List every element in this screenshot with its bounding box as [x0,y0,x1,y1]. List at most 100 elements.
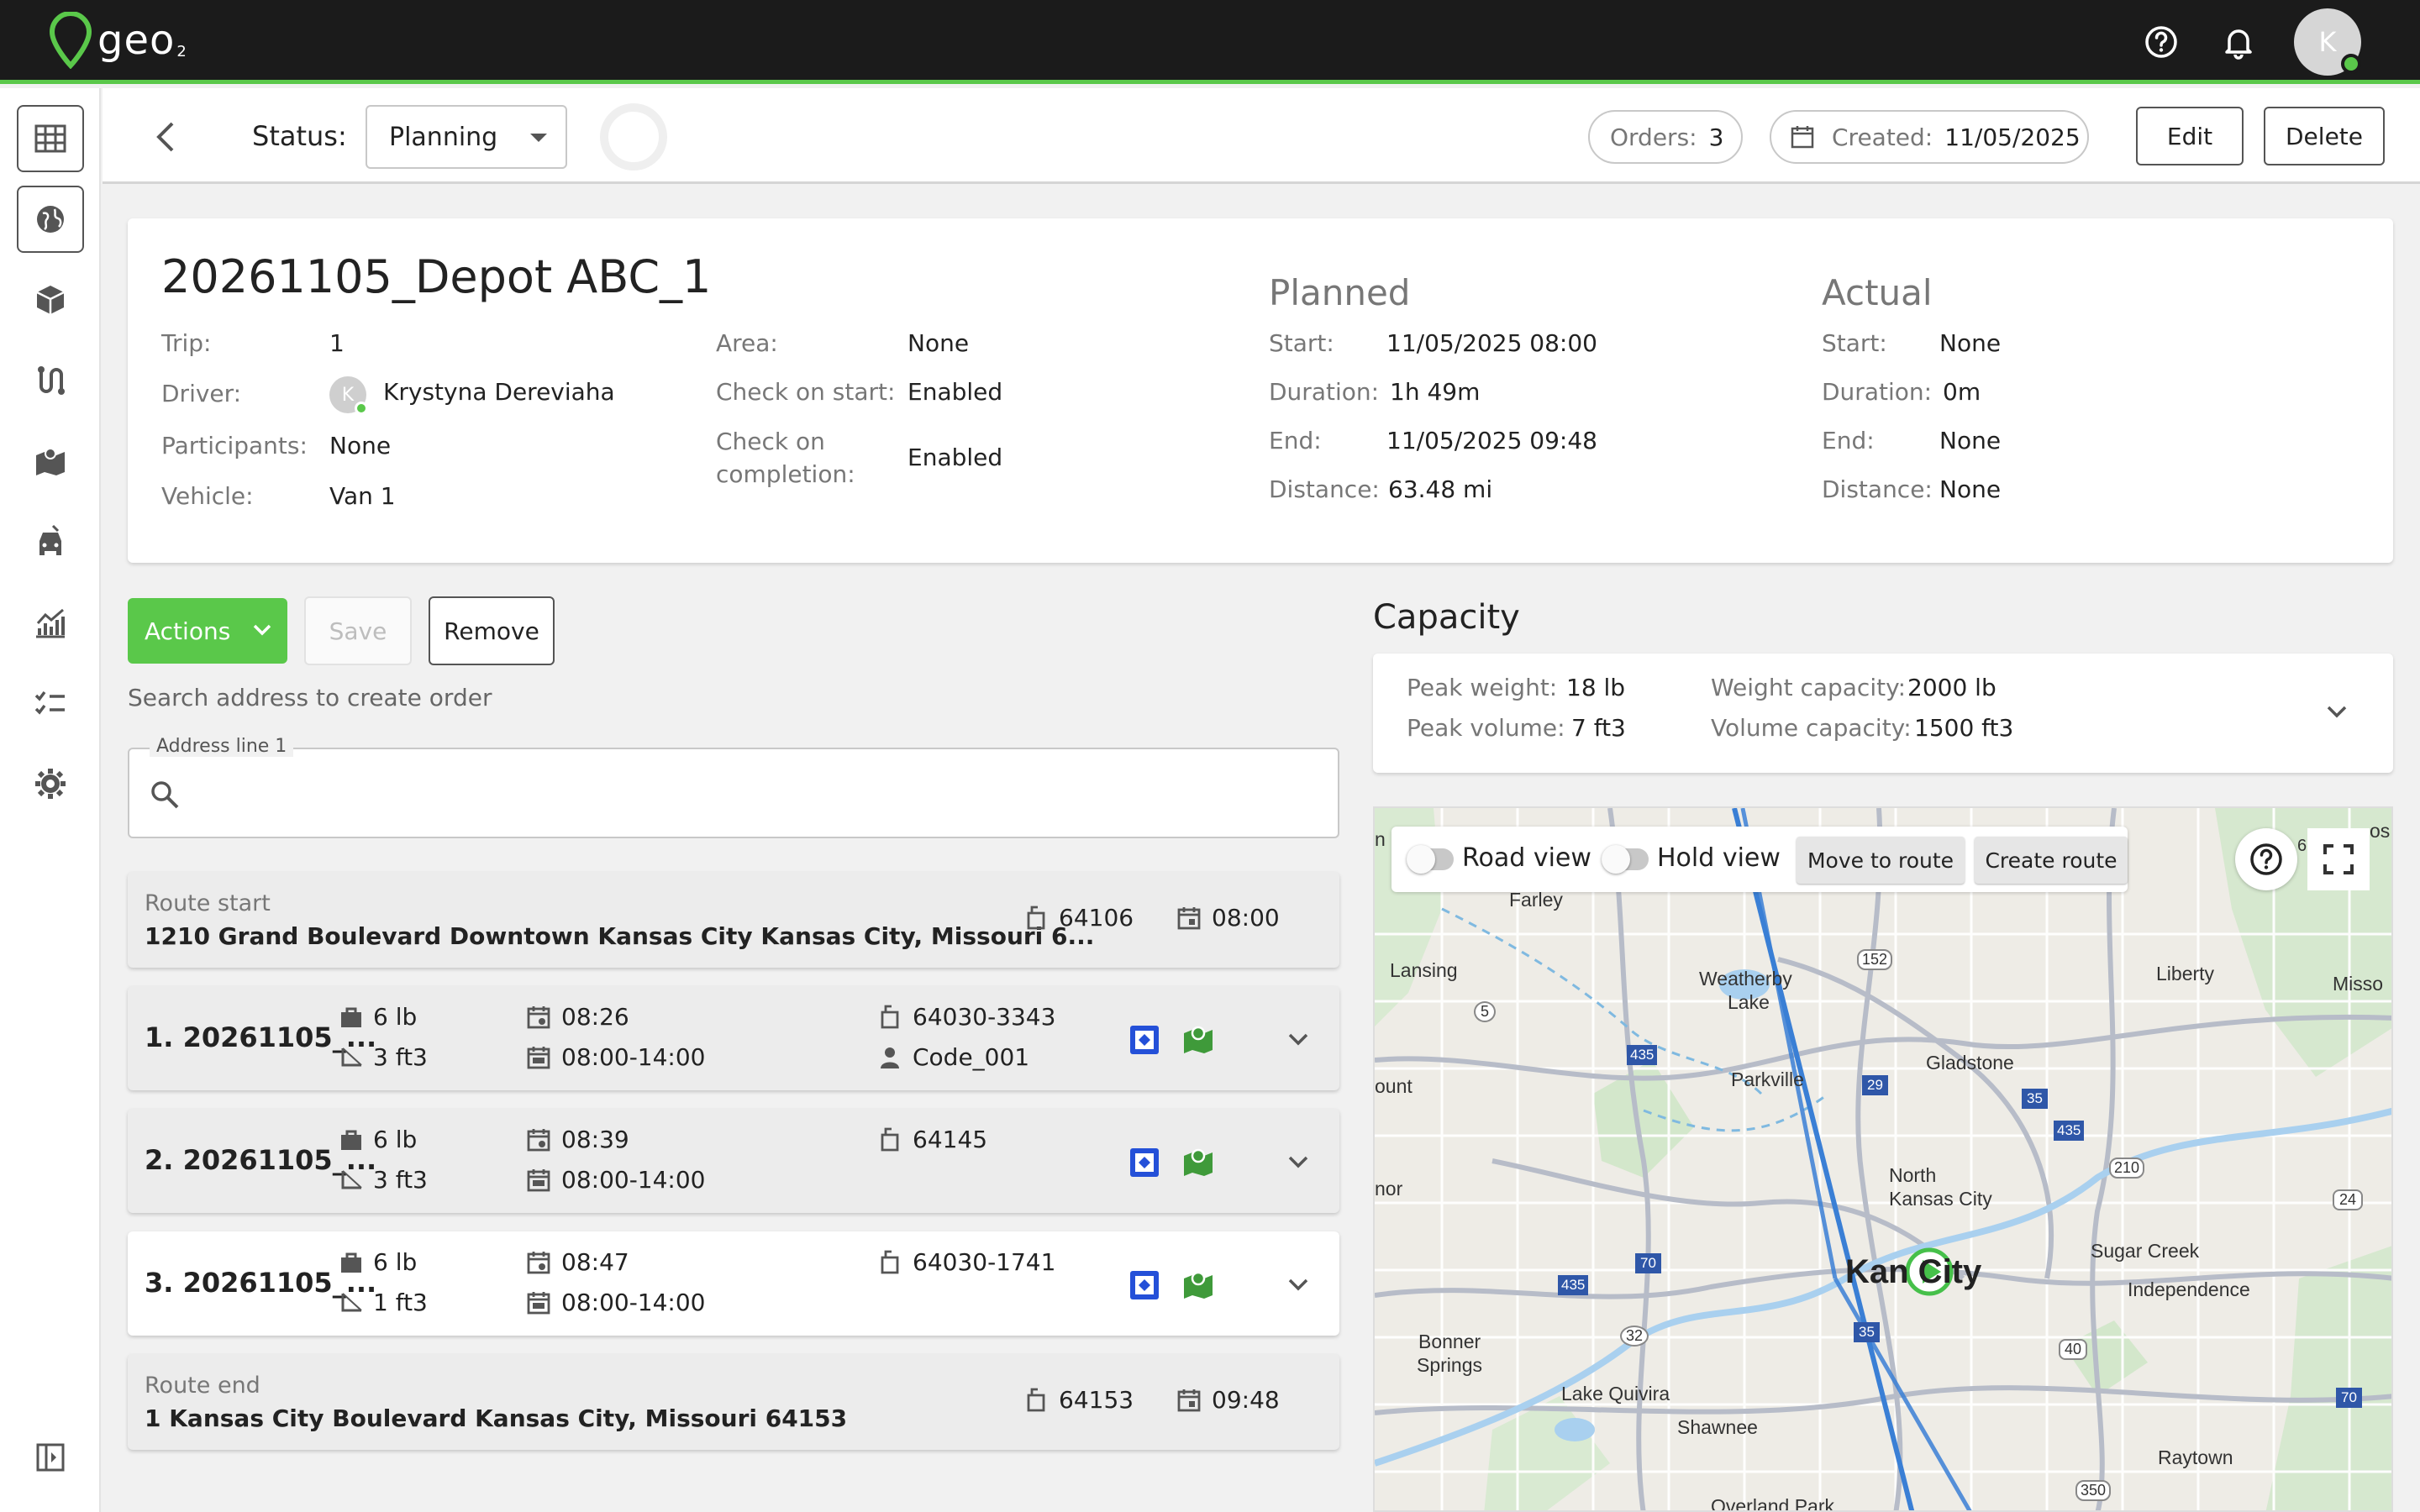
app-logo[interactable]: geo 2 [47,12,187,69]
globe-icon [37,206,64,233]
notification-bell-icon[interactable] [2220,24,2257,60]
order-details-icon[interactable] [1128,1268,1161,1302]
sidebar-item-routes[interactable] [17,347,84,414]
vehicle-label: Vehicle: [161,482,254,510]
status-dropdown[interactable]: Planning [366,105,567,169]
sidebar-item-vehicles[interactable] [17,508,84,575]
route-end-time: 09:48 [1176,1386,1280,1414]
capacity-card[interactable]: Peak weight: 18 lb Peak volume: 7 ft3 We… [1373,654,2393,773]
remove-button[interactable]: Remove [429,596,555,665]
expand-chevron-icon[interactable] [1284,1025,1313,1053]
stop-2-volume-value: 3 ft3 [373,1166,428,1194]
order-details-icon[interactable] [1128,1146,1161,1179]
interstate-shield: 35 [2022,1089,2048,1109]
help-icon [2250,843,2282,875]
road-view-toggle[interactable] [1407,845,1454,874]
volume-icon [341,1292,362,1311]
calendar-clock-icon [527,1251,550,1273]
hold-view-toggle[interactable] [1602,845,1649,874]
stop-3-window: 08:00-14:00 [526,1289,706,1316]
mailbox-icon [881,1250,899,1273]
road-view-label: Road view [1462,843,1591,873]
person-icon [881,1047,899,1068]
stop-1-volume: 3 ft3 [339,1043,428,1071]
map-label-farley: Farley [1509,889,1563,911]
route-start-label: Route start [145,890,271,916]
planned-duration-label: Duration: [1269,378,1380,406]
route-start-row[interactable]: Route start 1210 Grand Boulevard Downtow… [128,872,1339,968]
delete-button[interactable]: Delete [2264,107,2385,165]
map-label-springs: Springs [1417,1354,1482,1376]
weight-capacity-value: 2000 lb [1907,674,1996,701]
search-hint-text: Search address to create order [128,684,492,711]
sidebar-item-tasks[interactable] [17,669,84,737]
created-value: 11/05/2025 [1944,123,2081,151]
map-label-liberty: Liberty [2156,963,2215,984]
stop-2-volume: 3 ft3 [339,1166,428,1194]
trip-info-card: 20261105_Depot ABC_1 Trip: 1 Driver: K K… [128,218,2393,563]
stop-1-code-value: Code_001 [913,1043,1030,1071]
check-start-label: Check on start: [716,378,896,406]
show-on-map-icon[interactable] [1181,1021,1215,1055]
checklist-icon [34,690,65,715]
user-avatar[interactable]: K [2294,8,2361,76]
actual-end-label: End: [1822,427,1875,454]
calendar-clock-icon [527,1005,550,1028]
route-end-zip-value: 64153 [1059,1386,1134,1414]
move-to-route-button[interactable]: Move to route [1797,837,1965,884]
created-date-badge: Created: 11/05/2025 [1770,110,2089,164]
planned-distance-label: Distance: [1269,475,1380,503]
weight-capacity-label: Weight capacity: [1711,674,1907,701]
expand-chevron-icon[interactable] [2323,697,2351,726]
route-end-row[interactable]: Route end 1 Kansas City Boulevard Kansas… [128,1354,1339,1450]
stop-row-1[interactable]: 1. 20261105_... 6 lb 3 ft3 08:26 08:00-1… [128,986,1339,1090]
planned-title: Planned [1269,272,1411,313]
fullscreen-button[interactable] [2307,828,2370,890]
map-label-lansing: Lansing [1390,959,1458,981]
logo-text: geo [97,17,176,64]
gear-icon [35,769,66,799]
actions-dropdown-button[interactable]: Actions [128,598,287,664]
map-label-nor: nor [1375,1178,1403,1200]
sidebar-item-analytics[interactable] [17,589,84,656]
map-label-gladstone: Gladstone [1926,1052,2014,1074]
create-route-button[interactable]: Create route [1975,837,2128,884]
stop-row-3[interactable]: 3. 20261105_... 6 lb 1 ft3 08:47 08:00-1… [128,1231,1339,1336]
sidebar-item-settings[interactable] [17,750,84,817]
sidebar-item-orders[interactable] [17,266,84,333]
back-button[interactable] [143,113,190,160]
map-canvas[interactable] [1375,808,2393,1512]
map-label-edge-right: os [2370,820,2391,842]
stop-1-eta-value: 08:26 [561,1003,629,1031]
sidebar-item-globe[interactable] [17,186,84,253]
sidebar-item-maps[interactable] [17,428,84,495]
show-on-map-icon[interactable] [1181,1144,1215,1178]
planned-end-value: 11/05/2025 09:48 [1386,427,1597,454]
planned-distance-value: 63.48 mi [1388,475,1493,503]
sidebar-item-dashboard[interactable] [17,105,84,172]
loading-spinner [600,103,667,171]
help-icon[interactable] [2143,24,2180,60]
order-details-icon[interactable] [1128,1023,1161,1057]
volume-capacity-value: 1500 ft3 [1914,714,2014,742]
expand-chevron-icon[interactable] [1284,1270,1313,1299]
edit-button[interactable]: Edit [2136,107,2244,165]
address-search-field[interactable]: Address line 1 [128,736,1339,838]
check-completion-value: Enabled [908,444,1003,471]
route-start-zip-value: 64106 [1059,904,1134,932]
top-bar: geo 2 K [0,0,2420,84]
expand-chevron-icon[interactable] [1284,1147,1313,1176]
highway-shield: 5 [1474,1001,1497,1022]
map-help-button[interactable] [2235,828,2297,890]
stop-3-volume: 1 ft3 [339,1289,428,1316]
stop-2-window: 08:00-14:00 [526,1166,706,1194]
stop-1-volume-value: 3 ft3 [373,1043,428,1071]
route-map[interactable]: Farley Lansing Weatherby Lake Liberty Mi… [1373,806,2393,1512]
volume-icon [341,1169,362,1189]
address-input[interactable] [197,766,1314,822]
show-on-map-icon[interactable] [1181,1267,1215,1300]
save-button[interactable]: Save [304,596,412,665]
stop-row-2[interactable]: 2. 20261105_... 6 lb 3 ft3 08:39 08:00-1… [128,1109,1339,1213]
sidebar-collapse-toggle[interactable] [17,1424,84,1491]
map-label-lake: Lake [1728,991,1770,1013]
